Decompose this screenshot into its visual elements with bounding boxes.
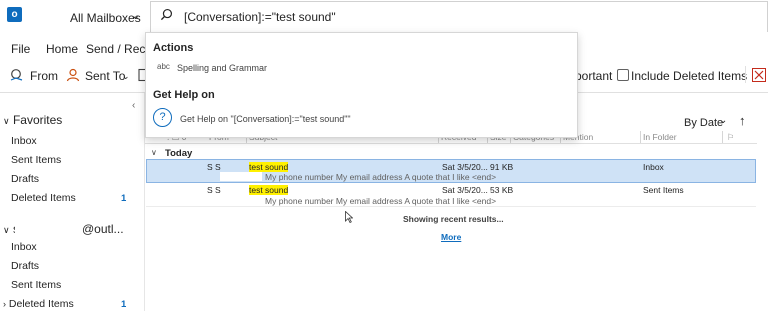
spelling-icon: abc xyxy=(157,62,170,71)
column-in-folder[interactable]: In Folder xyxy=(643,132,677,142)
chevron-down-icon: ∨ xyxy=(3,225,10,235)
row-received: Sat 3/5/20... xyxy=(442,162,488,172)
tab-file[interactable]: File xyxy=(11,42,30,56)
row-preview: My phone number My email address A quote… xyxy=(265,196,497,206)
close-search-icon[interactable] xyxy=(752,68,766,82)
search-input[interactable]: [Conversation]:="test sound" xyxy=(184,10,336,24)
folder-inbox[interactable]: Inbox xyxy=(11,135,37,147)
chevron-down-icon[interactable]: ⌄ xyxy=(131,9,140,22)
folder-inbox[interactable]: Inbox xyxy=(11,241,37,253)
group-header-today: Today xyxy=(165,148,193,159)
favorites-header[interactable]: ∨ Favorites xyxy=(3,113,62,127)
chevron-down-icon[interactable]: ∨ xyxy=(151,148,157,157)
row-from: S S xyxy=(207,162,221,172)
help-icon: ? xyxy=(153,108,172,127)
redacted-area xyxy=(15,219,80,234)
folder-deleted-items[interactable]: › Deleted Items xyxy=(3,298,74,310)
outlook-icon[interactable]: o xyxy=(7,7,26,22)
from-icon xyxy=(10,69,23,81)
folder-sent-items[interactable]: Sent Items xyxy=(11,279,61,291)
folder-deleted-items[interactable]: Deleted Items xyxy=(11,192,76,204)
folder-sent-items[interactable]: Sent Items xyxy=(11,154,61,166)
chevron-right-icon: › xyxy=(3,299,6,309)
more-results-link[interactable]: More xyxy=(441,232,461,242)
spelling-and-grammar-item[interactable]: Spelling and Grammar xyxy=(177,63,267,73)
unread-count: 1 xyxy=(121,193,127,204)
sent-to-button[interactable]: Sent To xyxy=(85,69,125,83)
get-help-item[interactable]: Get Help on "[Conversation]:="test sound… xyxy=(180,114,351,124)
include-deleted-checkbox[interactable] xyxy=(617,69,629,81)
row-from: S S xyxy=(207,185,221,195)
favorites-label: Favorites xyxy=(12,113,63,127)
flag-column-icon[interactable]: ⚐ xyxy=(727,132,735,143)
mouse-cursor-icon xyxy=(345,211,353,223)
redacted-area xyxy=(220,172,262,181)
chevron-down-icon: ∨ xyxy=(3,116,10,126)
row-folder: Inbox xyxy=(643,162,664,172)
include-deleted-label[interactable]: Include Deleted Items xyxy=(631,69,747,83)
get-help-heading: Get Help on xyxy=(153,89,215,101)
chevron-down-icon[interactable]: ⌄ xyxy=(122,71,130,82)
chevron-left-icon[interactable]: ‹ xyxy=(132,100,135,111)
folder-drafts[interactable]: Drafts xyxy=(11,173,39,185)
account-name: @outl... xyxy=(82,222,124,236)
column-divider[interactable] xyxy=(722,131,723,143)
folder-label: Deleted Items xyxy=(8,298,74,310)
sort-direction-icon[interactable]: ↑ xyxy=(739,113,746,128)
actions-heading: Actions xyxy=(153,42,194,54)
row-preview: My phone number My email address A quote… xyxy=(265,172,497,182)
row-size: 53 KB xyxy=(490,185,514,195)
person-icon xyxy=(66,68,80,82)
row-subject: test sound xyxy=(249,185,289,195)
row-folder: Sent Items xyxy=(643,185,684,195)
row-subject: test sound xyxy=(249,162,289,172)
row-size: 91 KB xyxy=(490,162,514,172)
chevron-down-icon[interactable]: ⌄ xyxy=(719,115,727,126)
search-status: Showing recent results... xyxy=(403,214,504,224)
search-icon xyxy=(160,8,173,21)
column-divider[interactable] xyxy=(640,131,641,143)
folder-drafts[interactable]: Drafts xyxy=(11,260,39,272)
important-button[interactable]: portant xyxy=(575,69,612,83)
unread-count: 1 xyxy=(121,299,127,310)
sort-dropdown[interactable]: By Date xyxy=(684,117,723,129)
tab-home[interactable]: Home xyxy=(46,42,78,56)
from-button[interactable]: From xyxy=(30,69,58,83)
row-received: Sat 3/5/20... xyxy=(442,185,488,195)
